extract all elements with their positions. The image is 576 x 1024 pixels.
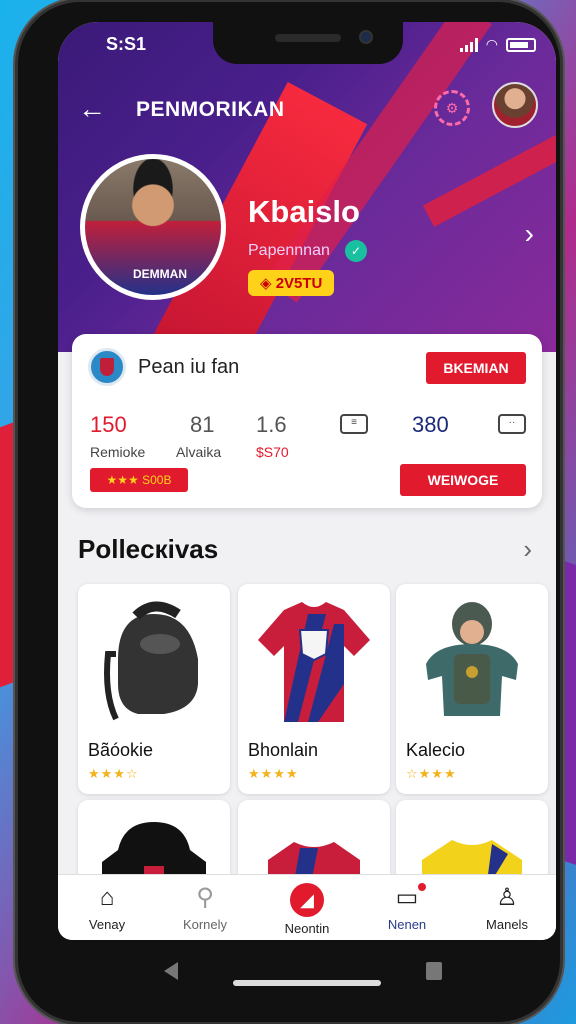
secondary-button[interactable]: WEIWOGE xyxy=(400,464,526,496)
search-icon: ⚲ xyxy=(196,884,214,911)
nav-label: Kornely xyxy=(182,917,228,932)
nav-label: Venay xyxy=(88,917,126,932)
bell-icon: ▭ xyxy=(395,884,419,911)
app-screen: S:S1 ◠ ← PENMORIKAN ⚙ DEMMAN Kbaislo Pap… xyxy=(58,22,556,940)
system-nav-bar xyxy=(58,948,556,1008)
product-card[interactable]: Bhonlain ★★★★ xyxy=(238,584,390,794)
user-icon: ♙ xyxy=(496,884,518,911)
nav-item-notifications[interactable]: ▭ Nenen xyxy=(362,883,452,932)
system-recent-icon[interactable] xyxy=(426,962,442,980)
product-rating: ★★★★ xyxy=(248,766,299,781)
profile-photo: DEMMAN xyxy=(80,154,226,300)
nav-item-search[interactable]: ⚲ Kornely xyxy=(160,883,250,932)
club-badge-icon xyxy=(88,348,126,386)
stat-value: 380 xyxy=(412,412,449,437)
stat-label: Alvaika xyxy=(176,444,222,460)
nav-label: Neontin xyxy=(284,921,330,936)
battery-icon xyxy=(506,37,536,52)
figure-image xyxy=(426,602,518,716)
jersey-text: DEMMAN xyxy=(133,267,187,281)
primary-button[interactable]: BKEMIAN xyxy=(426,352,526,384)
jersey-image xyxy=(258,602,370,722)
play-icon: ◢ xyxy=(290,883,324,917)
status-icons: ◠ xyxy=(459,36,536,53)
helmet-image xyxy=(104,601,198,721)
gear-icon[interactable]: ⚙ xyxy=(434,90,470,126)
stat-label: $S70 xyxy=(256,444,289,460)
stat-value: 150 xyxy=(90,412,127,437)
product-card[interactable]: Kalecio ☆★★★ xyxy=(396,584,548,794)
chevron-right-icon[interactable]: › xyxy=(523,534,532,565)
product-name: Kalecio xyxy=(406,740,466,760)
coin-badge: ◈ 2V5TU xyxy=(248,270,335,296)
chevron-right-icon[interactable]: › xyxy=(525,218,534,250)
profile-name: Kbaislo xyxy=(248,194,360,229)
chat-icon[interactable]: ·· xyxy=(498,414,526,434)
product-name: Bãóokie xyxy=(88,740,154,760)
status-bar: S:S1 ◠ xyxy=(58,34,556,58)
top-bar: ← PENMORIKAN ⚙ xyxy=(58,82,556,132)
rating-badge: ★★★ S00B xyxy=(90,468,188,492)
signal-icon xyxy=(459,37,478,52)
notification-dot xyxy=(418,883,426,891)
nav-label: Nenen xyxy=(387,917,427,932)
profile-subtitle: Papennnan xyxy=(248,242,330,259)
stat-value: 1.6 xyxy=(256,412,287,437)
hero-banner: S:S1 ◠ ← PENMORIKAN ⚙ DEMMAN Kbaislo Pap… xyxy=(58,22,556,352)
system-back-icon[interactable] xyxy=(164,962,178,980)
phone-frame: S:S1 ◠ ← PENMORIKAN ⚙ DEMMAN Kbaislo Pap… xyxy=(18,2,560,1022)
bottom-nav: ⌂ Venay ⚲ Kornely ◢ Neontin ▭ Nenen ♙ Ma… xyxy=(58,874,556,940)
page-title: PENMORIKAN xyxy=(136,98,285,121)
product-rating: ★★★☆ xyxy=(88,766,139,781)
stat-label: Remioke xyxy=(90,444,146,460)
product-card[interactable]: Bãóokie ★★★☆ xyxy=(78,584,230,794)
stat-value: 81 xyxy=(190,412,215,437)
nav-item-profile[interactable]: ♙ Manels xyxy=(462,883,552,932)
home-icon: ⌂ xyxy=(99,884,115,911)
system-home-bar[interactable] xyxy=(233,980,381,986)
message-icon[interactable]: ≡ xyxy=(340,414,368,434)
hero-streak xyxy=(422,121,556,227)
product-rating: ☆★★★ xyxy=(406,766,457,781)
section-title: Pollecкivas xyxy=(78,534,219,564)
wifi-icon: ◠ xyxy=(485,36,498,52)
status-time: S:S1 xyxy=(106,34,147,54)
nav-item-home[interactable]: ⌂ Venay xyxy=(62,883,152,932)
product-name: Bhonlain xyxy=(248,740,319,760)
verified-icon: ✓ xyxy=(345,240,367,262)
avatar[interactable] xyxy=(492,82,538,128)
arrow-left-icon[interactable]: ← xyxy=(78,94,106,124)
fan-card: Pean iu fan BKEMIAN 150 Remioke 81 Alvai… xyxy=(72,334,542,508)
nav-label: Manels xyxy=(486,917,528,932)
card-title: Pean iu fan xyxy=(138,356,240,378)
nav-item-play[interactable]: ◢ Neontin xyxy=(262,883,352,936)
